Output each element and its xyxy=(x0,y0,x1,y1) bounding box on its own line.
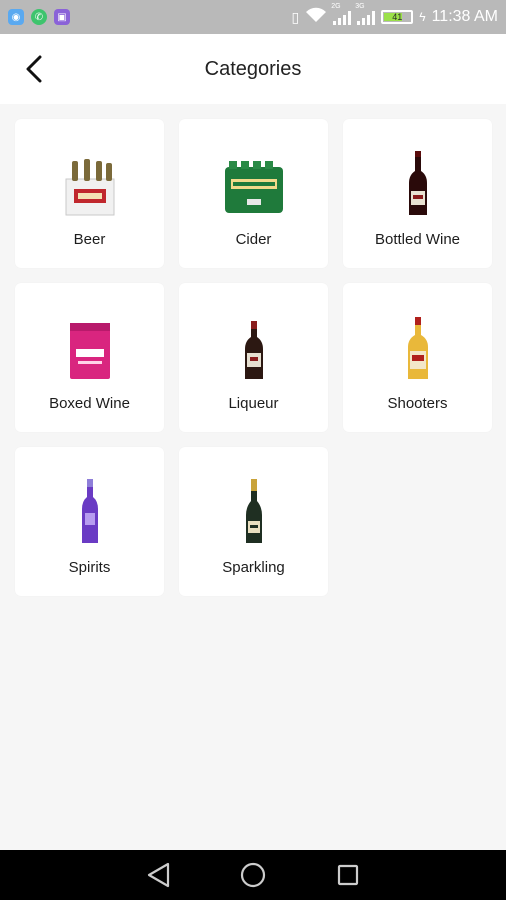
category-card-shooters[interactable]: Shooters xyxy=(343,283,492,432)
network-type-2: 3G xyxy=(355,3,365,10)
battery-icon: 41 xyxy=(381,10,414,24)
status-bar: ◉ ✆ ▣ ▯ 2G 3G 41 ϟ 11:38 AM xyxy=(0,0,506,34)
vibrate-icon: ▯ xyxy=(291,8,300,25)
category-card-liqueur[interactable]: Liqueur xyxy=(179,283,328,432)
system-nav-bar xyxy=(0,850,506,900)
signal-icon-1: 2G xyxy=(331,3,352,25)
wine-box-icon xyxy=(68,311,112,381)
messenger-icon: ◉ xyxy=(8,9,24,25)
viber-icon: ▣ xyxy=(54,9,70,25)
spirits-bottle-icon xyxy=(80,475,100,545)
notification-icons: ◉ ✆ ▣ xyxy=(8,9,70,25)
battery-level: 41 xyxy=(392,12,403,22)
category-label: Bottled Wine xyxy=(374,231,461,248)
category-label: Liqueur xyxy=(228,395,279,412)
category-card-boxed-wine[interactable]: Boxed Wine xyxy=(15,283,164,432)
back-arrow-icon[interactable] xyxy=(18,53,50,85)
category-label: Shooters xyxy=(387,395,448,412)
page-title: Categories xyxy=(204,57,302,80)
whatsapp-icon: ✆ xyxy=(31,9,47,25)
category-card-bottled-wine[interactable]: Bottled Wine xyxy=(343,119,492,268)
signal-icon-2: 3G xyxy=(355,3,376,25)
category-card-beer[interactable]: Beer xyxy=(15,119,164,268)
category-label: Sparkling xyxy=(222,559,285,576)
clock: 11:38 AM xyxy=(431,8,498,25)
six-pack-icon xyxy=(64,147,116,217)
wifi-icon xyxy=(305,7,327,28)
category-label: Boxed Wine xyxy=(49,395,130,412)
cider-pack-icon xyxy=(223,147,285,217)
category-label: Cider xyxy=(235,231,272,248)
nav-back-icon[interactable] xyxy=(143,860,173,890)
category-grid: Beer Cider Bottled Wine Boxed Wine Lique… xyxy=(15,119,492,596)
wine-bottle-icon xyxy=(407,147,429,217)
category-card-cider[interactable]: Cider xyxy=(179,119,328,268)
category-label: Beer xyxy=(73,231,106,248)
category-card-sparkling[interactable]: Sparkling xyxy=(179,447,328,596)
nav-home-icon[interactable] xyxy=(238,860,268,890)
nav-recents-icon[interactable] xyxy=(333,860,363,890)
shooter-bottle-icon xyxy=(406,311,430,381)
sparkling-bottle-icon xyxy=(244,475,264,545)
network-type-1: 2G xyxy=(331,3,341,10)
category-label: Spirits xyxy=(68,559,111,576)
category-card-spirits[interactable]: Spirits xyxy=(15,447,164,596)
app-header: Categories xyxy=(0,34,506,104)
charging-icon: ϟ xyxy=(419,10,426,24)
liqueur-bottle-icon xyxy=(243,311,265,381)
